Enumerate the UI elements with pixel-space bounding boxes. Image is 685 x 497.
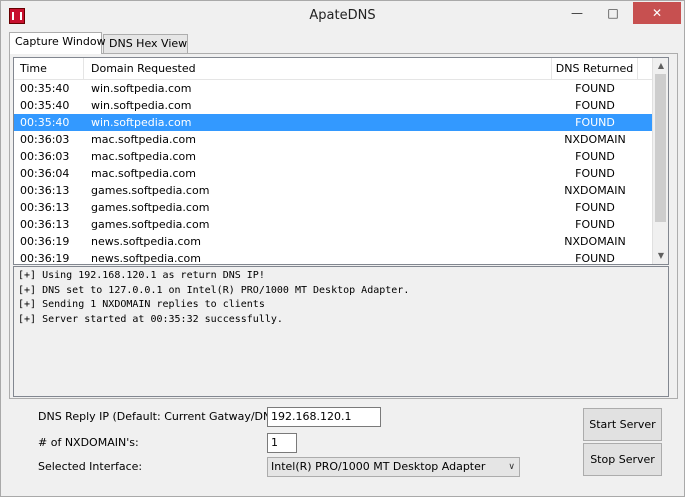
dns-reply-ip-input[interactable]: 192.168.120.1 xyxy=(267,407,381,427)
row-domain: mac.softpedia.com xyxy=(91,167,196,180)
row-time: 00:35:40 xyxy=(20,82,70,95)
row-time: 00:36:03 xyxy=(20,150,70,163)
row-domain: win.softpedia.com xyxy=(91,99,192,112)
stop-server-button[interactable]: Stop Server xyxy=(583,443,662,476)
row-dns-returned: FOUND xyxy=(575,167,615,180)
table-row[interactable]: 00:36:19 news.softpedia.com FOUND xyxy=(14,250,654,265)
table-row[interactable]: 00:35:40 win.softpedia.com FOUND xyxy=(14,97,654,114)
row-dns-returned: FOUND xyxy=(575,218,615,231)
row-dns-returned: NXDOMAIN xyxy=(564,184,626,197)
dns-reply-ip-label: DNS Reply IP (Default: Current Gatway/DN… xyxy=(38,410,287,423)
interface-select-value: Intel(R) PRO/1000 MT Desktop Adapter xyxy=(271,460,486,473)
minimize-button[interactable]: — xyxy=(562,2,592,24)
row-time: 00:36:19 xyxy=(20,252,70,265)
nxdomain-count-input[interactable]: 1 xyxy=(267,433,297,453)
dns-request-list[interactable]: Time Domain Requested DNS Returned 00:35… xyxy=(13,57,669,265)
row-time: 00:35:40 xyxy=(20,116,70,129)
row-domain: games.softpedia.com xyxy=(91,201,210,214)
column-header-dns-returned[interactable]: DNS Returned xyxy=(552,58,638,79)
table-row[interactable]: 00:36:13 games.softpedia.com FOUND xyxy=(14,199,654,216)
table-row[interactable]: 00:36:04 mac.softpedia.com FOUND xyxy=(14,165,654,182)
log-line: [+] Using 192.168.120.1 as return DNS IP… xyxy=(18,270,265,281)
table-row[interactable]: 00:36:13 games.softpedia.com NXDOMAIN xyxy=(14,182,654,199)
chevron-down-icon: ∨ xyxy=(508,462,515,472)
selected-interface-label: Selected Interface: xyxy=(38,460,143,473)
start-server-button[interactable]: Start Server xyxy=(583,408,662,441)
table-row[interactable]: 00:36:03 mac.softpedia.com NXDOMAIN xyxy=(14,131,654,148)
close-button[interactable]: ✕ xyxy=(633,2,681,24)
table-row[interactable]: 00:36:19 news.softpedia.com NXDOMAIN xyxy=(14,233,654,250)
row-dns-returned: FOUND xyxy=(575,116,615,129)
scroll-up-icon[interactable]: ▲ xyxy=(653,58,668,74)
log-line: [+] Server started at 00:35:32 successfu… xyxy=(18,313,283,325)
row-dns-returned: FOUND xyxy=(575,252,615,265)
maximize-button[interactable]: □ xyxy=(598,2,628,24)
maximize-icon: □ xyxy=(607,6,619,20)
column-header-domain[interactable]: Domain Requested xyxy=(84,58,552,79)
log-line: [+] DNS set to 127.0.0.1 on Intel(R) PRO… xyxy=(18,284,410,296)
column-header-time[interactable]: Time xyxy=(14,58,84,79)
row-domain: mac.softpedia.com xyxy=(91,133,196,146)
row-domain: win.softpedia.com xyxy=(91,116,192,129)
tab-dns-hex-view[interactable]: DNS Hex View xyxy=(103,34,188,53)
app-window: ApateDNS — □ ✕ Capture Window DNS Hex Vi… xyxy=(0,0,685,497)
table-row[interactable]: 00:36:13 games.softpedia.com FOUND xyxy=(14,216,654,233)
list-rows: 00:35:40 win.softpedia.com FOUND 00:35:40 wi… xyxy=(14,80,654,265)
row-time: 00:36:19 xyxy=(20,235,70,248)
row-domain: win.softpedia.com xyxy=(91,82,192,95)
row-time: 00:36:13 xyxy=(20,218,70,231)
row-dns-returned: FOUND xyxy=(575,82,615,95)
tab-capture-window[interactable]: Capture Window xyxy=(9,32,106,54)
row-time: 00:36:13 xyxy=(20,201,70,214)
row-domain: news.softpedia.com xyxy=(91,252,201,265)
row-domain: mac.softpedia.com xyxy=(91,150,196,163)
row-dns-returned: NXDOMAIN xyxy=(564,235,626,248)
log-line: [+] Sending 1 NXDOMAIN replies to client… xyxy=(18,299,265,310)
row-domain: games.softpedia.com xyxy=(91,184,210,197)
nxdomain-count-label: # of NXDOMAIN's: xyxy=(38,436,139,449)
list-header: Time Domain Requested DNS Returned xyxy=(14,58,654,80)
scroll-down-icon[interactable]: ▼ xyxy=(653,248,668,264)
row-time: 00:35:40 xyxy=(20,99,70,112)
row-domain: games.softpedia.com xyxy=(91,218,210,231)
scroll-thumb[interactable] xyxy=(655,74,666,222)
row-domain: news.softpedia.com xyxy=(91,235,201,248)
vertical-scrollbar[interactable]: ▲ ▼ xyxy=(652,58,668,264)
row-dns-returned: FOUND xyxy=(575,99,615,112)
close-icon: ✕ xyxy=(651,6,663,20)
row-time: 00:36:13 xyxy=(20,184,70,197)
row-time: 00:36:04 xyxy=(20,167,70,180)
row-dns-returned: NXDOMAIN xyxy=(564,133,626,146)
row-dns-returned: FOUND xyxy=(575,201,615,214)
row-dns-returned: FOUND xyxy=(575,150,615,163)
row-time: 00:36:03 xyxy=(20,133,70,146)
table-row[interactable]: 00:35:40 win.softpedia.com FOUND xyxy=(14,114,654,131)
interface-select[interactable]: Intel(R) PRO/1000 MT Desktop Adapter ∨ xyxy=(267,457,520,477)
log-output[interactable]: [+] Using 192.168.120.1 as return DNS IP… xyxy=(13,266,669,397)
table-row[interactable]: 00:36:03 mac.softpedia.com FOUND xyxy=(14,148,654,165)
title-bar[interactable]: ApateDNS — □ ✕ xyxy=(1,1,684,31)
table-row[interactable]: 00:35:40 win.softpedia.com FOUND xyxy=(14,80,654,97)
minimize-icon: — xyxy=(571,6,583,20)
